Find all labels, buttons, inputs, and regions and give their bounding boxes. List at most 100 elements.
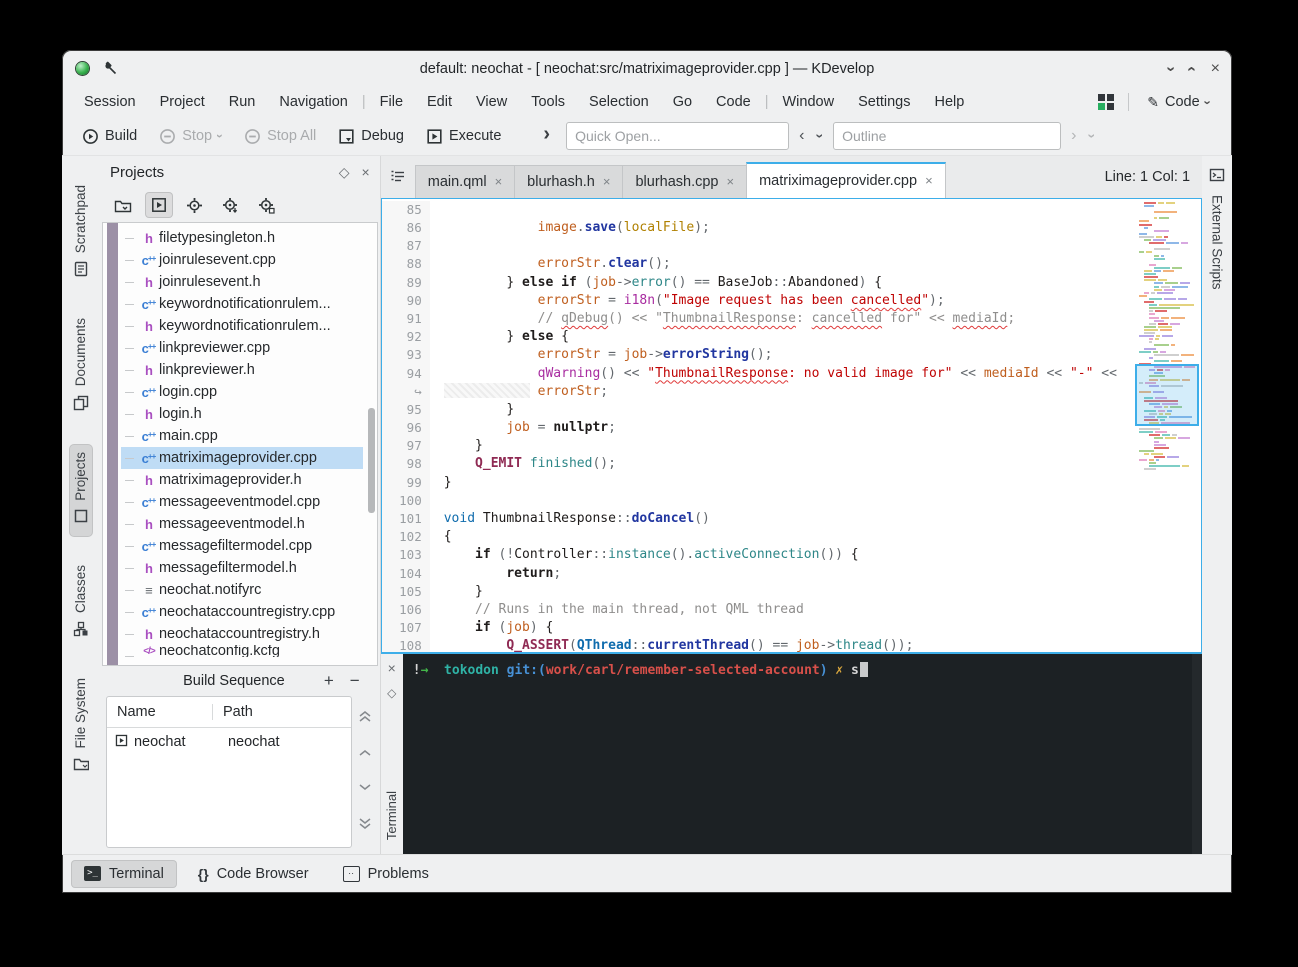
menu-navigation[interactable]: Navigation: [267, 91, 360, 113]
tree-file-row[interactable]: hlogin.h: [121, 403, 363, 425]
tree-file-row[interactable]: </>neochatconfig.kcfg: [121, 645, 363, 657]
menu-selection[interactable]: Selection: [577, 91, 661, 113]
menu-project[interactable]: Project: [148, 91, 217, 113]
tree-file-row[interactable]: hlinkpreviewer.h: [121, 359, 363, 381]
sidebar-tab-documents[interactable]: Documents: [70, 311, 92, 422]
menu-window[interactable]: Window: [771, 91, 847, 113]
project-file-tree[interactable]: hfiletypesingleton.hc++joinrulesevent.cp…: [102, 222, 378, 666]
area-grid-icon[interactable]: [1098, 94, 1114, 110]
menu-tools[interactable]: Tools: [519, 91, 577, 113]
tab-close-icon[interactable]: ×: [495, 174, 503, 189]
outline-next-dropdown-icon[interactable]: ›: [1084, 130, 1102, 143]
tree-file-row[interactable]: hmessageeventmodel.h: [121, 513, 363, 535]
minimap-row: [1139, 459, 1159, 461]
prompt-segment: [499, 663, 507, 678]
move-top-icon[interactable]: [358, 710, 372, 723]
open-folder-button[interactable]: [110, 193, 136, 217]
terminal-float-icon[interactable]: ◇: [387, 686, 396, 700]
tree-file-row[interactable]: hneochataccountregistry.h: [121, 623, 363, 645]
menu-session[interactable]: Session: [72, 91, 148, 113]
documents-list-icon[interactable]: [381, 169, 415, 185]
tree-file-row[interactable]: hjoinrulesevent.h: [121, 271, 363, 293]
editor-tab-matriximageprovider.cpp[interactable]: matriximageprovider.cpp×: [746, 162, 946, 198]
menu-view[interactable]: View: [464, 91, 519, 113]
tree-file-row[interactable]: c++main.cpp: [121, 425, 363, 447]
build-sequence-remove-button[interactable]: −: [342, 671, 368, 691]
minimap-row: [1149, 242, 1188, 244]
menu-edit[interactable]: Edit: [415, 91, 464, 113]
folder-caret-icon: [114, 198, 132, 213]
code-line: 99}: [382, 474, 1201, 492]
menu-help[interactable]: Help: [922, 91, 976, 113]
editor-tab-blurhash.h[interactable]: blurhash.h×: [514, 165, 623, 198]
window-maximize-icon[interactable]: ›: [1184, 66, 1200, 71]
tree-file-row[interactable]: c++login.cpp: [121, 381, 363, 403]
menu-go[interactable]: Go: [661, 91, 704, 113]
area-switcher-button[interactable]: ✎ Code ›: [1143, 92, 1214, 113]
debug-button[interactable]: Debug: [330, 123, 412, 150]
tab-close-icon[interactable]: ×: [603, 174, 611, 189]
move-up-icon[interactable]: [358, 748, 372, 757]
toolview-button-terminal[interactable]: >_Terminal: [72, 861, 176, 887]
tree-file-row[interactable]: c++messageeventmodel.cpp: [121, 491, 363, 513]
sidebar-tab-classes[interactable]: Classes: [70, 558, 92, 649]
tree-file-row[interactable]: c++neochataccountregistry.cpp: [121, 601, 363, 623]
tree-file-row[interactable]: hfiletypesingleton.h: [121, 227, 363, 249]
build-sequence-add-button[interactable]: +: [316, 671, 342, 691]
code-text: errorStr.clear();: [444, 255, 1201, 273]
menu-file[interactable]: File: [368, 91, 415, 113]
move-down-icon[interactable]: [358, 783, 372, 792]
menu-settings[interactable]: Settings: [846, 91, 922, 113]
tree-file-row[interactable]: c++joinrulesevent.cpp: [121, 249, 363, 271]
toolview-button-code-browser[interactable]: {}Code Browser: [186, 861, 321, 887]
editor-minimap[interactable]: [1137, 202, 1197, 478]
install-gear-button[interactable]: [218, 193, 244, 217]
execute-button[interactable]: Execute: [418, 123, 509, 150]
outline-input[interactable]: [833, 122, 1061, 150]
build-sequence-table[interactable]: Name Path neochatneochat: [106, 696, 352, 848]
tree-scrollbar[interactable]: [368, 408, 375, 513]
menu-run[interactable]: Run: [217, 91, 268, 113]
minimap-viewport[interactable]: [1135, 364, 1199, 426]
stop-all-button[interactable]: Stop All: [236, 123, 324, 150]
sidebar-tab-file-system[interactable]: File System: [70, 671, 92, 783]
tree-file-row[interactable]: hmessagefiltermodel.h: [121, 557, 363, 579]
toolview-button-problems[interactable]: ··Problems: [331, 861, 441, 887]
outline-prev-icon[interactable]: ‹: [795, 125, 808, 147]
toolbar-overflow-icon[interactable]: ›: [543, 123, 550, 146]
terminal-scrollbar[interactable]: [1192, 654, 1202, 854]
window-minimize-icon[interactable]: ›: [1163, 66, 1179, 71]
sidebar-tab-external-scripts[interactable]: External Scripts: [1209, 156, 1225, 290]
move-bottom-icon[interactable]: [358, 817, 372, 830]
editor-tab-blurhash.cpp[interactable]: blurhash.cpp×: [622, 165, 747, 198]
tab-close-icon[interactable]: ×: [925, 173, 933, 188]
quick-open-input[interactable]: [566, 122, 789, 150]
tab-close-icon[interactable]: ×: [727, 174, 735, 189]
pin-icon[interactable]: [103, 61, 118, 76]
sidebar-tab-projects[interactable]: Projects: [70, 445, 92, 537]
editor-tab-main.qml[interactable]: main.qml×: [415, 165, 515, 198]
panel-close-icon[interactable]: ×: [362, 164, 370, 181]
build-button[interactable]: Build: [74, 123, 145, 150]
stop-button[interactable]: Stop ›: [151, 123, 230, 150]
terminal-screen[interactable]: !→ tokodon git:(work/carl/remember-selec…: [403, 654, 1202, 854]
configure-gear-button[interactable]: [254, 193, 280, 217]
build-gear-button[interactable]: [182, 193, 208, 217]
tree-file-row[interactable]: hkeywordnotificationrulem...: [121, 315, 363, 337]
tree-file-row[interactable]: ≡neochat.notifyrc: [121, 579, 363, 601]
tree-file-row[interactable]: c++keywordnotificationrulem...: [121, 293, 363, 315]
menu-code[interactable]: Code: [704, 91, 763, 113]
build-targets-button[interactable]: [146, 193, 172, 217]
window-close-icon[interactable]: ×: [1211, 60, 1220, 78]
sidebar-tab-scratchpad[interactable]: Scratchpad: [70, 178, 92, 289]
code-editor[interactable]: 8586 image.save(localFile);8788 errorStr…: [381, 198, 1202, 654]
tree-file-row[interactable]: c++messagefiltermodel.cpp: [121, 535, 363, 557]
build-sequence-row[interactable]: neochatneochat: [107, 728, 351, 756]
outline-next-icon[interactable]: ›: [1067, 125, 1080, 147]
panel-float-icon[interactable]: ◇: [339, 164, 350, 181]
outline-dropdown-icon[interactable]: ›: [812, 130, 830, 143]
terminal-close-icon[interactable]: ×: [388, 660, 396, 676]
tree-file-row[interactable]: hmatriximageprovider.h: [121, 469, 363, 491]
tree-file-row[interactable]: c++linkpreviewer.cpp: [121, 337, 363, 359]
tree-file-row[interactable]: c++matriximageprovider.cpp: [121, 447, 363, 469]
